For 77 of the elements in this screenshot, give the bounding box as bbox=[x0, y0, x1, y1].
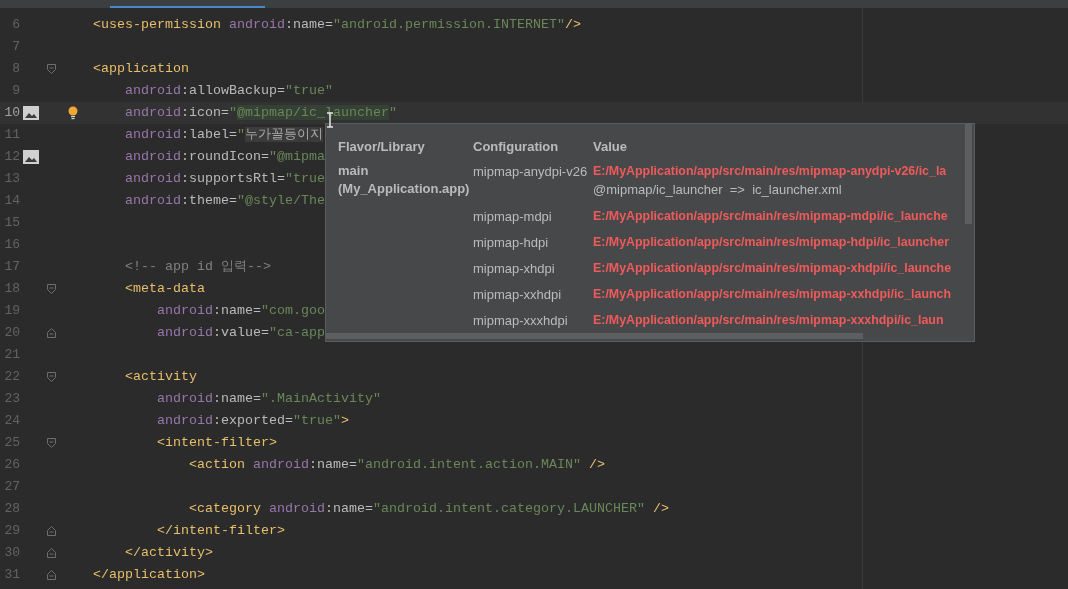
code-line: android:name=".MainActivity" bbox=[155, 390, 381, 408]
code-line: android:allowBackup="true" bbox=[124, 82, 333, 100]
code-line: android:icon="@mipmap/ic_launcher" bbox=[124, 104, 397, 122]
code-line: </application> bbox=[92, 566, 205, 584]
fold-icon[interactable] bbox=[47, 284, 56, 294]
line-number: 12 bbox=[3, 148, 20, 167]
vertical-scrollbar[interactable] bbox=[965, 124, 972, 224]
line-number: 29 bbox=[3, 522, 20, 541]
path-value: E:/MyApplication/app/src/main/res/mipmap-xhdpi/ic_launche bbox=[593, 260, 953, 277]
configuration-cell: mipmap-xxhdpi bbox=[473, 287, 562, 302]
line-number: 24 bbox=[3, 412, 20, 431]
line-number: 7 bbox=[11, 38, 20, 57]
line-number: 28 bbox=[3, 500, 20, 519]
code-line: <category android:name="android.intent.category.LAUNCHER" /> bbox=[187, 500, 669, 518]
line-number: 30 bbox=[3, 544, 20, 563]
line-number: 15 bbox=[3, 214, 20, 233]
fold-icon[interactable] bbox=[47, 548, 56, 558]
image-icon[interactable] bbox=[23, 106, 39, 120]
line-number: 19 bbox=[3, 302, 20, 321]
resolved-value: @mipmap/ic_launcher => ic_launcher.xml bbox=[593, 181, 843, 199]
line-number: 10 bbox=[3, 104, 20, 123]
code-line: android:theme="@style/The bbox=[124, 192, 325, 210]
path-value: E:/MyApplication/app/src/main/res/mipmap-mdpi/ic_launche bbox=[593, 208, 949, 225]
configuration-cell: mipmap-mdpi bbox=[473, 209, 552, 224]
column-header: Value bbox=[593, 138, 628, 156]
code-line: android:value="ca-app bbox=[155, 324, 325, 342]
code-line: <meta-data bbox=[124, 280, 205, 298]
line-number: 20 bbox=[3, 324, 20, 343]
line-number: 9 bbox=[11, 82, 20, 101]
line-number: 23 bbox=[3, 390, 20, 409]
flavor-cell-text: main (My_Application.app) bbox=[338, 162, 471, 198]
code-line: <uses-permission android:name="android.permission.INTERNET"/> bbox=[92, 16, 581, 34]
line-number: 27 bbox=[3, 478, 20, 497]
line-number: 22 bbox=[3, 368, 20, 387]
line-number: 17 bbox=[3, 258, 20, 277]
code-line: <action android:name="android.intent.action.MAIN" /> bbox=[187, 456, 605, 474]
line-number: 14 bbox=[3, 192, 20, 211]
image-icon[interactable] bbox=[23, 150, 39, 164]
code-line: <activity bbox=[124, 368, 197, 386]
line-number: 16 bbox=[3, 236, 20, 255]
code-line: android:exported="true"> bbox=[155, 412, 349, 430]
fold-icon[interactable] bbox=[47, 438, 56, 448]
horizontal-scrollbar[interactable] bbox=[326, 333, 863, 339]
column-header: Flavor/Library bbox=[338, 138, 426, 156]
configuration-cell: mipmap-hdpi bbox=[473, 235, 549, 250]
configuration-cell: mipmap-xxxhdpi bbox=[473, 313, 568, 328]
path-value: E:/MyApplication/app/src/main/res/mipmap-anydpi-v26/ic_la bbox=[593, 163, 948, 180]
code-line: android:label="누가꼴등이지 bbox=[124, 126, 323, 144]
line-number: 31 bbox=[3, 566, 20, 585]
line-number: 6 bbox=[11, 16, 20, 35]
code-line: </activity> bbox=[124, 544, 213, 562]
code-line: android:roundIcon="@mipma bbox=[124, 148, 325, 166]
path-value: E:/MyApplication/app/src/main/res/mipmap-hdpi/ic_launcher bbox=[593, 234, 950, 251]
fold-icon[interactable] bbox=[47, 526, 56, 536]
code-line: </intent-filter> bbox=[155, 522, 285, 540]
fold-icon[interactable] bbox=[47, 570, 56, 580]
line-number: 26 bbox=[3, 456, 20, 475]
line-number: 21 bbox=[3, 346, 20, 365]
fold-icon[interactable] bbox=[47, 328, 56, 338]
code-line: android:supportsRtl="true bbox=[124, 170, 325, 188]
code-line: <application bbox=[92, 60, 189, 78]
code-line: android:name="com.goo bbox=[155, 302, 325, 320]
path-value: E:/MyApplication/app/src/main/res/mipmap-xxhdpi/ic_launch bbox=[593, 286, 953, 303]
line-number: 11 bbox=[3, 126, 20, 145]
path-value: E:/MyApplication/app/src/main/res/mipmap-xxxhdpi/ic_laun bbox=[593, 312, 945, 329]
configuration-cell: mipmap-anydpi-v26 bbox=[473, 164, 588, 179]
fold-icon[interactable] bbox=[47, 64, 56, 74]
fold-icon[interactable] bbox=[47, 372, 56, 382]
configuration-cell: mipmap-xhdpi bbox=[473, 261, 555, 276]
line-number: 13 bbox=[3, 170, 20, 189]
code-line: <!-- app id 입력--> bbox=[124, 258, 271, 276]
line-number: 8 bbox=[11, 60, 20, 79]
code-line: <intent-filter> bbox=[155, 434, 277, 452]
column-header: Configuration bbox=[473, 138, 560, 156]
line-number: 18 bbox=[3, 280, 20, 299]
lightbulb-icon[interactable] bbox=[68, 106, 78, 120]
line-number: 25 bbox=[3, 434, 20, 453]
